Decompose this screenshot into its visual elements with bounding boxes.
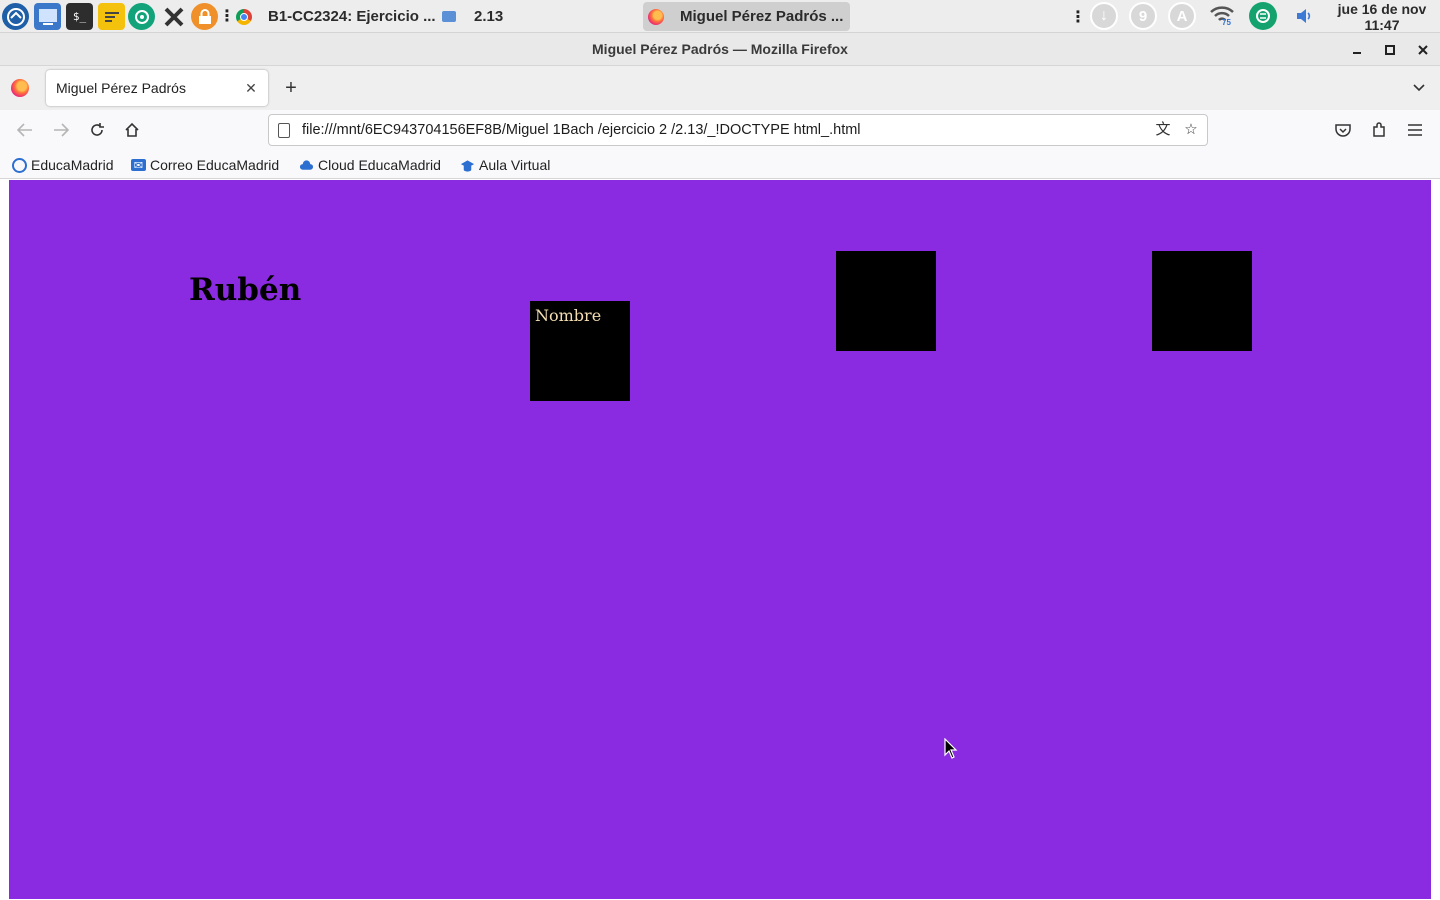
sync-icon[interactable] <box>1249 2 1277 30</box>
wifi-badge: 75 <box>1222 18 1231 27</box>
updates-icon[interactable]: ↓ <box>1090 2 1118 30</box>
bookmark-educamadrid[interactable]: EducaMadrid <box>12 155 114 175</box>
taskbar-item-chrome[interactable]: B1-CC2324: Ejercicio ... <box>236 2 436 31</box>
mouse-cursor-icon <box>944 737 958 765</box>
firefox-icon <box>648 8 664 25</box>
educamadrid-icon <box>12 157 27 173</box>
folder-icon <box>442 11 456 22</box>
clock-time: 11:47 <box>1364 17 1400 33</box>
pocket-icon[interactable] <box>1331 118 1355 142</box>
clock[interactable]: jue 16 de nov 11:47 <box>1326 1 1438 33</box>
keyboard-layout-indicator[interactable]: A <box>1168 2 1196 30</box>
x-app-icon[interactable] <box>160 3 187 30</box>
tab-strip: Miguel Pérez Padrós ✕ + <box>0 66 1440 110</box>
lock-icon[interactable] <box>191 3 218 30</box>
chrome-icon <box>236 8 252 25</box>
minimize-icon[interactable] <box>1347 40 1367 60</box>
tab-title: Miguel Pérez Padrós <box>56 80 186 96</box>
graduation-cap-icon <box>460 158 475 173</box>
forward-icon[interactable] <box>49 118 73 142</box>
notification-badge[interactable]: 9 <box>1129 2 1157 30</box>
box-3 <box>1152 251 1252 351</box>
notes-icon[interactable] <box>98 3 125 30</box>
reload-icon[interactable] <box>85 118 109 142</box>
app-menu-icon[interactable] <box>2 3 29 30</box>
wifi-icon[interactable]: 75 <box>1208 2 1236 30</box>
box-2 <box>836 251 936 351</box>
more-vertical-icon[interactable]: ⋮ <box>219 3 235 30</box>
url-bar[interactable]: file:///mnt/6EC943704156EF8B/Miguel 1Bac… <box>268 114 1208 146</box>
show-desktop-icon[interactable] <box>34 3 61 30</box>
taskbar-item-label: Miguel Pérez Padrós ... <box>680 8 844 25</box>
firefox-view-icon[interactable] <box>11 79 29 97</box>
more-vertical-icon[interactable]: ⋮ <box>1068 3 1088 30</box>
mail-icon: ✉ <box>131 159 146 172</box>
extensions-icon[interactable] <box>1367 118 1391 142</box>
close-window-icon[interactable] <box>1413 40 1433 60</box>
page-body: Rubén Nombre <box>9 180 1431 899</box>
system-panel: $_ ⋮ B1-CC2324: Ejercicio ... 2.13 Migue… <box>0 0 1440 33</box>
close-tab-icon[interactable]: ✕ <box>242 79 260 97</box>
page-viewport: Rubén Nombre <box>0 180 1440 900</box>
url-input[interactable]: file:///mnt/6EC943704156EF8B/Miguel 1Bac… <box>302 115 861 145</box>
clock-date: jue 16 de nov <box>1337 1 1427 17</box>
page-icon <box>278 123 290 138</box>
bookmark-aula-virtual[interactable]: Aula Virtual <box>460 155 550 175</box>
box-label: Nombre <box>535 306 602 325</box>
new-tab-button[interactable]: + <box>280 78 302 100</box>
bookmark-star-icon[interactable]: ☆ <box>1180 119 1202 141</box>
hamburger-menu-icon[interactable] <box>1403 118 1427 142</box>
bookmark-correo-educamadrid[interactable]: ✉ Correo EducaMadrid <box>131 155 279 175</box>
translate-icon[interactable]: 文 <box>1152 119 1174 141</box>
taskbar-item-firefox[interactable]: Miguel Pérez Padrós ... <box>643 2 850 31</box>
taskbar-item-label: B1-CC2324: Ejercicio ... <box>268 8 436 25</box>
list-all-tabs-icon[interactable] <box>1408 76 1430 98</box>
home-icon[interactable] <box>120 118 144 142</box>
navigation-toolbar: file:///mnt/6EC943704156EF8B/Miguel 1Bac… <box>0 110 1440 150</box>
page-heading: Rubén <box>189 272 302 308</box>
terminal-icon[interactable]: $_ <box>66 3 93 30</box>
taskbar-item-files[interactable]: 2.13 <box>442 2 503 31</box>
window-titlebar[interactable]: Miguel Pérez Padrós — Mozilla Firefox <box>0 33 1440 66</box>
bookmark-cloud-educamadrid[interactable]: Cloud EducaMadrid <box>299 155 441 175</box>
taskbar-item-label: 2.13 <box>474 8 504 25</box>
volume-icon[interactable] <box>1290 2 1318 30</box>
box-nombre: Nombre <box>530 301 630 401</box>
tab-active[interactable]: Miguel Pérez Padrós ✕ <box>46 70 268 106</box>
maximize-icon[interactable] <box>1380 40 1400 60</box>
bookmarks-toolbar: EducaMadrid ✉ Correo EducaMadrid Cloud E… <box>0 150 1440 179</box>
window-title: Miguel Pérez Padrós — Mozilla Firefox <box>592 41 848 57</box>
back-icon[interactable] <box>13 118 37 142</box>
cloud-icon <box>299 158 314 173</box>
camera-shutter-icon[interactable] <box>128 3 155 30</box>
